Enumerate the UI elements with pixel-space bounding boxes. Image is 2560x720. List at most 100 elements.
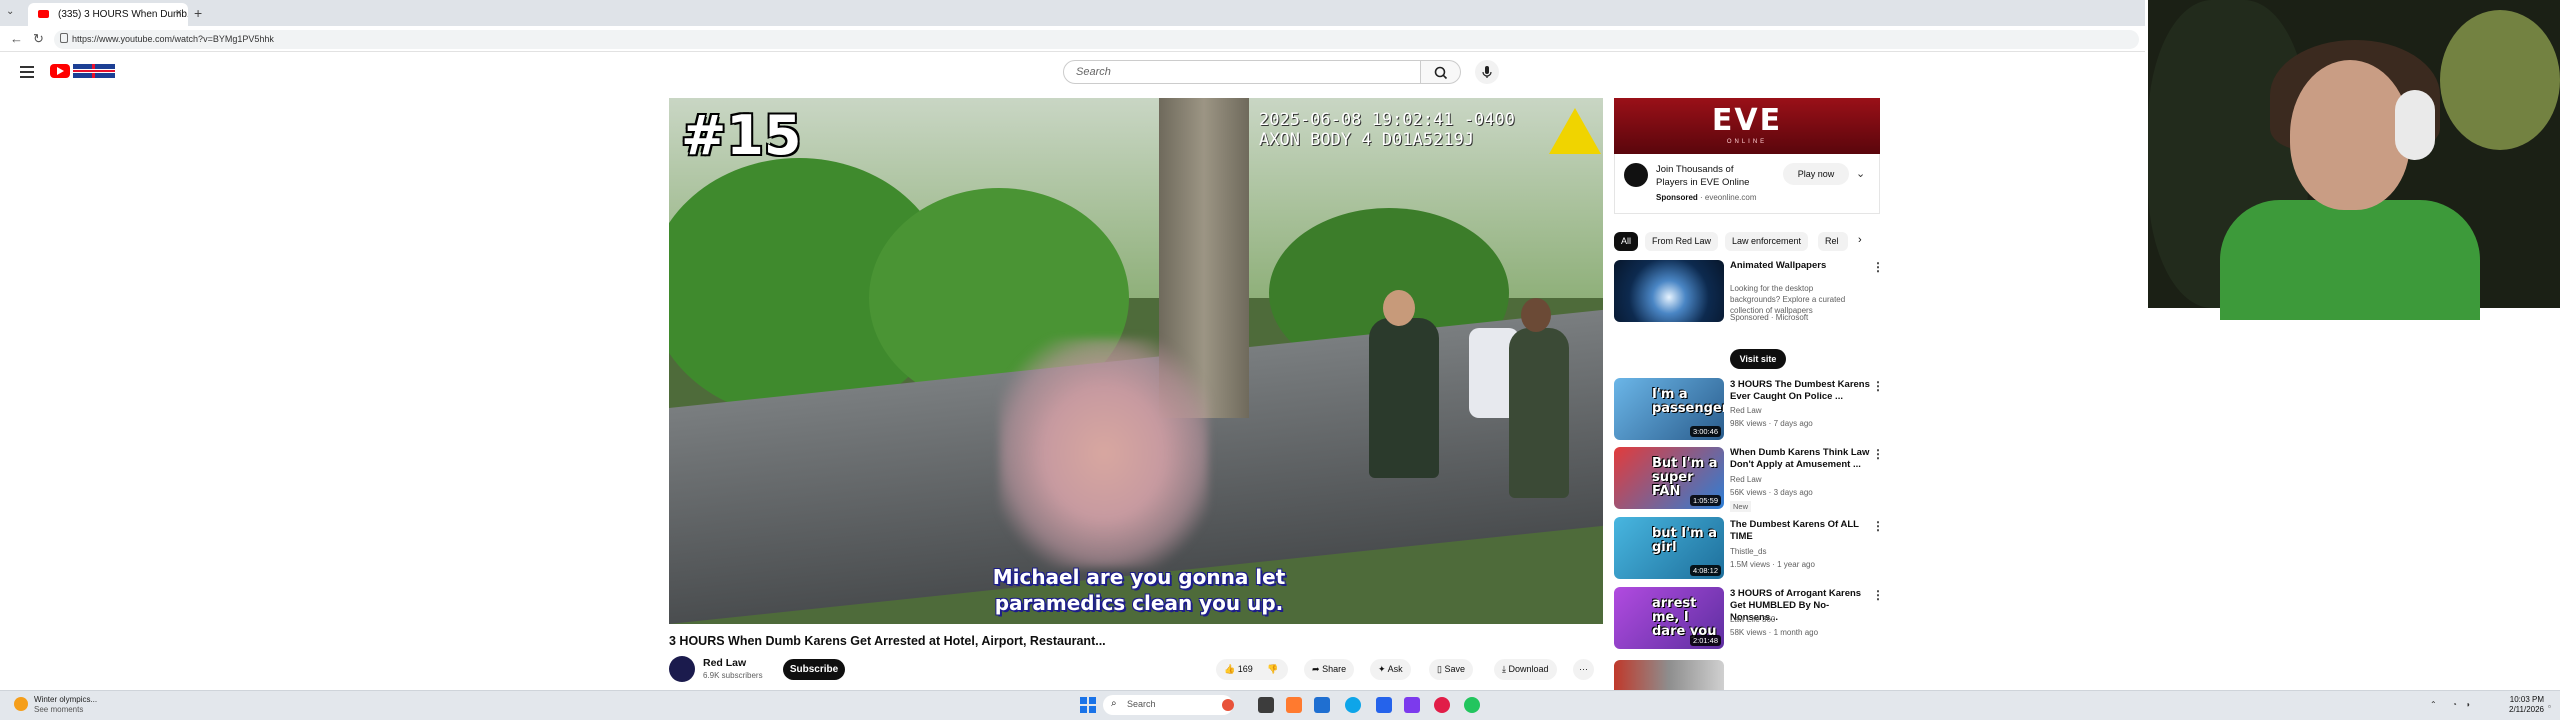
video-overlay-number: #15 [681,104,802,167]
chip-law-enforcement[interactable]: Law enforcement [1725,232,1809,251]
chip-from-red-law[interactable]: From Red Law [1645,232,1719,251]
network-icon[interactable]: ◔ [2452,700,2457,709]
video-title: 3 HOURS When Dumb Karens Get Arrested at… [669,634,1106,648]
ad-brand-sub: ONLINE [1726,139,1768,145]
recommendation-channel[interactable]: Law Life 360 [1730,614,1870,625]
video-frame-officer [1369,318,1439,478]
channel-subscriber-count: 6.9K subscribers [703,671,763,680]
taskbar-app-icon[interactable] [1404,697,1420,713]
webcam-headset [2395,90,2435,160]
more-options-icon[interactable]: ⋮ [1872,588,1884,602]
like-icon[interactable]: 👍 [1224,664,1235,674]
play-now-button[interactable]: Play now [1783,163,1849,185]
save-button[interactable]: ▯ Save [1429,659,1473,680]
recommendation-title[interactable]: The Dumbest Karens Of ALL TIME [1730,519,1870,543]
thumbnail-text: arrest me, I dare you [1652,596,1717,639]
site-info-icon[interactable] [60,33,68,43]
taskbar-app-icon[interactable] [1286,697,1302,713]
subscribe-button[interactable]: Subscribe [783,659,845,680]
url-field[interactable]: https://www.youtube.com/watch?v=BYMg1PV5… [54,30,2139,49]
task-view-icon[interactable] [1258,697,1274,713]
recommendation-thumbnail[interactable] [1614,260,1724,322]
visit-site-button[interactable]: Visit site [1730,349,1786,369]
recommendation-thumbnail[interactable] [1614,660,1724,690]
download-icon: ⤓ [1502,664,1506,674]
download-button[interactable]: ⤓ Download [1494,659,1557,680]
search-button[interactable] [1421,60,1461,84]
ask-button[interactable]: ✦ Ask [1370,659,1411,680]
ad-advertiser-logo[interactable] [1624,163,1648,187]
taskbar-app-icon[interactable] [1434,697,1450,713]
chip-related[interactable]: Rel [1818,232,1848,251]
webcam-person-face [2290,60,2410,210]
reload-icon[interactable]: ↻ [33,31,44,47]
taskbar-search[interactable]: Search [1103,695,1233,715]
tab-list-icon[interactable]: ⌄ [6,6,14,17]
voice-search-button[interactable] [1475,60,1499,84]
recommendation-meta: 1.5M views · 1 year ago [1730,560,1815,569]
spotify-icon[interactable] [1464,697,1480,713]
notification-icon[interactable]: ▫ [2548,702,2551,711]
recommendation-title[interactable]: Animated Wallpapers [1730,260,1870,272]
recommendation-title[interactable]: When Dumb Karens Think Law Don't Apply a… [1730,447,1870,471]
video-frame-officer [1509,328,1569,498]
video-frame-officer-head [1521,298,1551,332]
like-count[interactable]: 169 [1238,664,1253,674]
share-icon: ➦ [1312,664,1320,674]
taskbar-search-highlight-icon[interactable] [1222,699,1234,711]
taskbar-search-icon: ⌕ [1111,698,1117,709]
chip-all[interactable]: All [1614,232,1639,251]
video-player[interactable]: #15 2025-06-08 19:02:41 -0400 AXON BODY … [669,98,1603,624]
more-options-icon[interactable]: ⋮ [1872,519,1884,533]
more-options-icon[interactable]: ⋮ [1872,260,1884,274]
menu-icon[interactable] [20,66,34,81]
like-dislike-group: 👍 169 👎 [1216,659,1288,680]
recommendation-channel[interactable]: Red Law [1730,474,1870,485]
windows-start-icon[interactable] [1080,697,1096,713]
browser-tab[interactable]: (335) 3 HOURS When Dumb... × [28,3,188,26]
channel-avatar[interactable] [669,656,695,682]
more-options-icon[interactable]: ⋮ [1872,379,1884,393]
dislike-icon[interactable]: 👎 [1267,664,1278,674]
duration-badge: 4:08:12 [1689,565,1721,576]
search-input[interactable]: Search [1063,60,1421,84]
back-icon[interactable]: ← [10,31,23,46]
chevron-right-icon[interactable]: › [1858,234,1862,246]
search-icon [1434,66,1448,80]
tray-chevron-icon[interactable]: ⌃ [2430,700,2437,709]
video-overlay-timestamp: 2025-06-08 19:02:41 -0400 AXON BODY 4 D0… [1259,110,1515,150]
volume-icon[interactable]: ◗ [2466,700,2471,709]
recommendation-thumbnail[interactable]: arrest me, I dare you 2:01:48 [1614,587,1724,649]
recommendation-thumbnail[interactable]: But I'm a super FAN 1:05:59 [1614,447,1724,509]
recommendation-sponsor: Sponsored · Microsoft [1730,313,1809,322]
taskbar-widget[interactable]: Winter olympics... See moments [34,695,97,715]
ad-text[interactable]: Join Thousands of Players in EVE Online [1656,163,1766,189]
recommendation-channel[interactable]: Red Law [1730,405,1870,416]
bookmark-icon: ▯ [1437,664,1442,674]
taskbar-clock[interactable]: 10:03 PM 2/11/2026 [2484,695,2544,715]
duration-badge: 2:01:48 [1689,635,1721,646]
thumbnail-text: but I'm a girl [1652,526,1717,555]
tab-title: (335) 3 HOURS When Dumb... [58,9,188,20]
recommendation-meta: 56K views · 3 days ago [1730,488,1813,497]
recommendation-meta: 58K views · 1 month ago [1730,628,1819,637]
webcam-wall-art [2440,10,2560,150]
share-button[interactable]: ➦ Share [1304,659,1355,680]
weather-icon[interactable] [14,697,28,711]
recommendation-title[interactable]: 3 HOURS The Dumbest Karens Ever Caught O… [1730,379,1870,403]
new-tab-icon[interactable]: + [194,5,202,21]
channel-name[interactable]: Red Law [703,657,746,669]
chevron-down-icon[interactable]: ⌄ [1856,167,1865,180]
edge-browser-icon[interactable] [1345,697,1361,713]
taskbar-app-icon[interactable] [1314,697,1330,713]
youtube-favicon-icon [38,10,49,18]
more-options-icon[interactable]: ⋮ [1872,447,1884,461]
recommendation-thumbnail[interactable]: I'm a passenger! 3:00:46 [1614,378,1724,440]
ad-brand-text: EVE [1711,103,1783,138]
recommendation-meta: 98K views · 7 days ago [1730,419,1813,428]
more-actions-button[interactable]: ··· [1573,659,1594,680]
tab-close-icon[interactable]: × [176,7,182,19]
recommendation-thumbnail[interactable]: but I'm a girl 4:08:12 [1614,517,1724,579]
recommendation-channel[interactable]: Thistle_ds [1730,546,1870,557]
taskbar-app-icon[interactable] [1376,697,1392,713]
